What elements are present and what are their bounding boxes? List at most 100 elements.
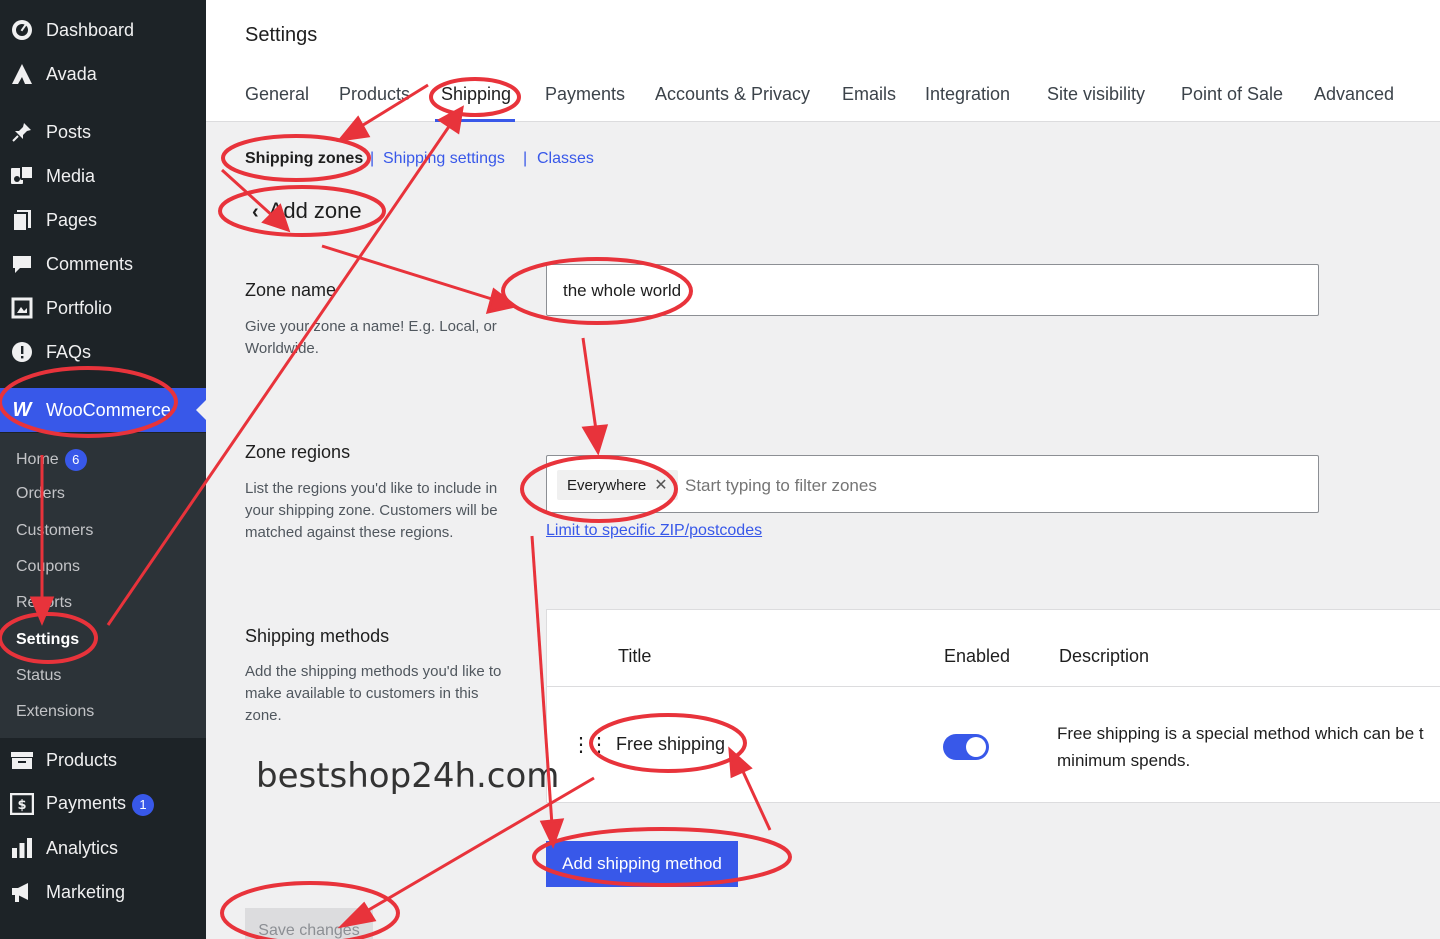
sidebar-item-label: Portfolio — [46, 297, 113, 318]
submenu-item-status[interactable]: Status — [16, 667, 61, 685]
sidebar-item-label: Pages — [46, 209, 98, 230]
comment-icon — [10, 252, 34, 276]
method-description: Free shipping is a special method which … — [1057, 720, 1440, 774]
sidebar-item-dashboard[interactable]: Dashboard — [0, 10, 206, 50]
back-arrow-icon[interactable]: ‹ — [252, 201, 259, 223]
avada-icon — [10, 62, 34, 86]
region-chip-label: Everywhere — [567, 476, 647, 494]
sidebar-item-label: Analytics — [46, 837, 119, 858]
payments-icon: $ — [10, 792, 34, 816]
sidebar-item-label: WooCommerce — [46, 399, 171, 420]
sidebar-item-label: Posts — [46, 121, 92, 142]
zone-name-input[interactable]: the whole world — [546, 264, 1319, 316]
tab-integration[interactable]: Integration — [925, 84, 1010, 105]
sidebar-item-label: Dashboard — [46, 19, 135, 40]
submenu-item-customers[interactable]: Customers — [16, 522, 93, 540]
submenu-item-reports[interactable]: Reports — [16, 594, 72, 612]
tab-site-visibility[interactable]: Site visibility — [1047, 84, 1145, 105]
sidebar-item-faqs[interactable]: FAQs — [0, 332, 206, 372]
zone-name-value: the whole world — [563, 281, 682, 300]
column-header-title: Title — [618, 646, 652, 666]
close-icon[interactable]: ✕ — [654, 475, 667, 495]
sidebar-item-payments[interactable]: $ Payments 1 — [0, 784, 206, 824]
sidebar-item-analytics[interactable]: Analytics — [0, 828, 206, 868]
media-icon — [10, 164, 34, 188]
sidebar-item-label: Payments 1 — [46, 792, 155, 816]
method-description-line: minimum spends. — [1057, 751, 1191, 770]
sidebar-item-woocommerce[interactable]: W WooCommerce — [0, 388, 206, 432]
sidebar-item-label: Marketing — [46, 881, 126, 902]
tab-emails[interactable]: Emails — [842, 84, 896, 105]
region-chip: Everywhere ✕ — [557, 470, 678, 500]
column-header-enabled: Enabled — [944, 646, 1011, 666]
woo-icon: W — [12, 398, 32, 421]
active-tab-indicator — [435, 119, 515, 122]
zone-regions-title: Zone regions — [245, 442, 351, 462]
admin-sidebar: Dashboard Avada Posts Media Pages Commen… — [0, 0, 206, 939]
submenu-item-settings[interactable]: Settings — [16, 631, 79, 649]
submenu-item-extensions[interactable]: Extensions — [16, 703, 94, 721]
pages-icon — [10, 208, 34, 232]
sidebar-item-avada[interactable]: Avada — [0, 54, 206, 94]
submenu-item-home[interactable]: Home 6 — [16, 449, 87, 471]
tab-advanced[interactable]: Advanced — [1314, 84, 1394, 105]
payments-label: Payments — [46, 792, 127, 813]
submenu-item-orders[interactable]: Orders — [16, 485, 65, 503]
tab-point-of-sale[interactable]: Point of Sale — [1181, 84, 1283, 105]
pin-icon — [10, 120, 34, 144]
sidebar-item-label: Avada — [46, 63, 97, 84]
sidebar-item-label: Products — [46, 749, 118, 770]
tab-payments[interactable]: Payments — [545, 84, 625, 105]
drag-handle-icon[interactable]: ⋮⋮ — [571, 732, 609, 757]
shipping-methods-title: Shipping methods — [245, 626, 390, 646]
shipping-methods-description: Add the shipping methods you'd like to m… — [245, 663, 502, 724]
add-zone-title: Add zone — [268, 198, 362, 223]
subnav-separator: | — [523, 150, 528, 167]
zone-name-title: Zone name — [245, 280, 337, 300]
woocommerce-submenu: Home 6 Orders Customers Coupons Reports S… — [0, 433, 206, 738]
add-zone-heading: ‹ Add zone — [252, 198, 362, 224]
subnav-shipping-zones[interactable]: Shipping zones — [245, 150, 363, 168]
save-changes-button[interactable]: Save changes — [245, 908, 373, 939]
tab-shipping[interactable]: Shipping — [441, 84, 511, 105]
column-header-description: Description — [1059, 646, 1150, 666]
annotation-arrowhead — [581, 424, 609, 456]
method-description-line: Free shipping is a special method which … — [1057, 724, 1424, 743]
sidebar-item-portfolio[interactable]: Portfolio — [0, 288, 206, 328]
sidebar-item-posts[interactable]: Posts — [0, 112, 206, 152]
sidebar-item-pages[interactable]: Pages — [0, 200, 206, 240]
enabled-toggle[interactable] — [943, 734, 989, 760]
watermark-text: bestshop24h.com — [256, 756, 560, 796]
info-icon — [10, 340, 34, 364]
current-menu-arrow — [196, 400, 206, 420]
analytics-icon — [10, 836, 34, 860]
toggle-knob — [966, 737, 986, 757]
add-shipping-method-button[interactable]: Add shipping method — [546, 841, 738, 887]
shipping-methods-table: Title Enabled Description ⋮⋮ Free shippi… — [546, 609, 1440, 803]
submenu-item-coupons[interactable]: Coupons — [16, 558, 80, 576]
sidebar-item-label: Media — [46, 165, 96, 186]
dashboard-icon — [10, 18, 34, 42]
sidebar-item-marketing[interactable]: Marketing — [0, 872, 206, 912]
limit-postcodes-link[interactable]: Limit to specific ZIP/postcodes — [546, 522, 762, 540]
megaphone-icon — [10, 880, 34, 904]
sidebar-item-products[interactable]: Products — [0, 740, 206, 780]
settings-header: Settings General Products Shipping Payme… — [206, 0, 1440, 122]
regions-placeholder: Start typing to filter zones — [685, 476, 877, 495]
submenu-label: Home — [16, 451, 59, 468]
count-badge: 6 — [64, 449, 87, 471]
annotation-arrow — [581, 337, 598, 431]
method-title-free-shipping[interactable]: Free shipping — [616, 734, 725, 755]
zone-regions-input[interactable]: Everywhere ✕ Start typing to filter zones — [546, 455, 1319, 513]
subnav-classes[interactable]: Classes — [537, 150, 594, 168]
tab-products[interactable]: Products — [339, 84, 410, 105]
count-badge: 1 — [132, 793, 155, 816]
tab-accounts-privacy[interactable]: Accounts & Privacy — [655, 84, 810, 105]
sidebar-item-media[interactable]: Media — [0, 156, 206, 196]
tab-general[interactable]: General — [245, 84, 309, 105]
subnav-separator: | — [370, 150, 375, 167]
annotation-arrow — [321, 244, 496, 302]
subnav-shipping-settings[interactable]: Shipping settings — [383, 150, 505, 168]
sidebar-item-comments[interactable]: Comments — [0, 244, 206, 284]
sidebar-item-label: FAQs — [46, 341, 92, 362]
